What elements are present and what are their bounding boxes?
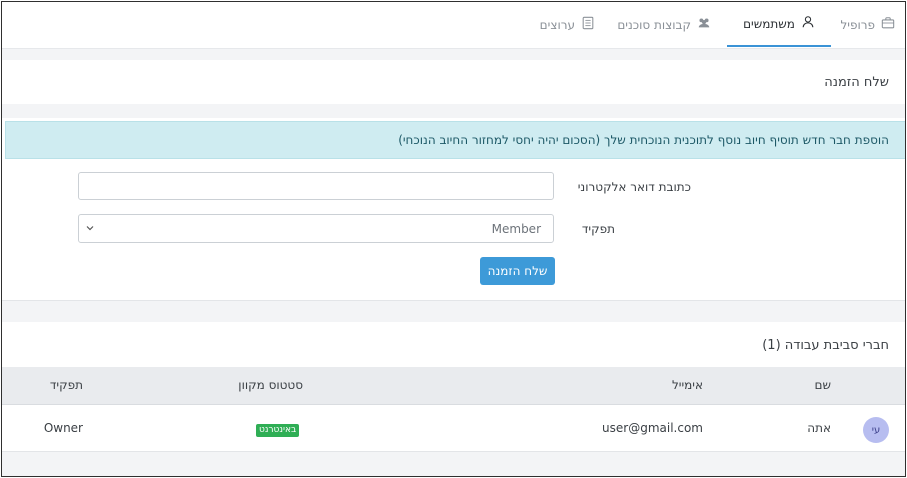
member-role: Owner [43, 421, 83, 435]
billing-alert: הוספת חבר חדש תוסיף חיוב נוסף לתוכנית הנ… [5, 121, 905, 159]
table-row: עי אתה user@gmail.com באינטרנט Owner [2, 405, 905, 452]
invite-divider [2, 104, 905, 118]
avatar: עי [863, 417, 889, 443]
tab-profile-label: פרופיל [840, 17, 875, 32]
users-icon [697, 16, 711, 33]
online-status-badge: באינטרנט [256, 424, 300, 437]
member-email: user@gmail.com [602, 421, 703, 435]
settings-tabs: פרופיל משתמשים קבוצות סוכנים ערוצים [2, 2, 905, 49]
app-window: פרופיל משתמשים קבוצות סוכנים ערוצים שלח … [1, 1, 906, 477]
role-select[interactable]: Member [78, 214, 554, 243]
tab-agent-teams[interactable]: קבוצות סוכנים [617, 2, 711, 47]
col-email: אימייל [671, 378, 703, 392]
email-input[interactable] [78, 172, 554, 200]
invite-card: שלח הזמנה הוספת חבר חדש תוסיף חיוב נוסף … [2, 60, 905, 301]
member-name: אתה [807, 421, 831, 435]
channels-icon [581, 16, 595, 33]
invite-title: שלח הזמנה [824, 75, 889, 90]
col-role: תפקיד [49, 378, 83, 392]
col-online-status: סטטוס מקוון [238, 378, 303, 392]
email-label: כתובת דואר אלקטרוני [577, 180, 691, 194]
tab-profile[interactable]: פרופיל [840, 2, 895, 47]
role-select-value: Member [491, 222, 541, 236]
members-card: חברי סביבת עבודה (1) שם אימייל סטטוס מקו… [2, 322, 905, 452]
email-redaction [560, 417, 605, 439]
tab-users[interactable]: משתמשים [727, 2, 831, 47]
tab-users-label: משתמשים [743, 16, 795, 31]
tab-channels[interactable]: ערוצים [540, 2, 595, 47]
members-table-header: שם אימייל סטטוס מקוון תפקיד [2, 367, 905, 405]
tab-channels-label: ערוצים [539, 17, 575, 32]
role-label: תפקיד [581, 222, 615, 236]
send-invite-button[interactable]: שלח הזמנה [480, 257, 555, 285]
chevron-down-icon [86, 226, 94, 231]
tab-agent-teams-label: קבוצות סוכנים [617, 17, 691, 32]
user-icon [801, 15, 815, 32]
members-title: חברי סביבת עבודה (1) [762, 338, 889, 353]
briefcase-icon [881, 16, 895, 33]
billing-alert-text: הוספת חבר חדש תוסיף חיוב נוסף לתוכנית הנ… [398, 133, 889, 147]
col-name: שם [814, 378, 831, 392]
